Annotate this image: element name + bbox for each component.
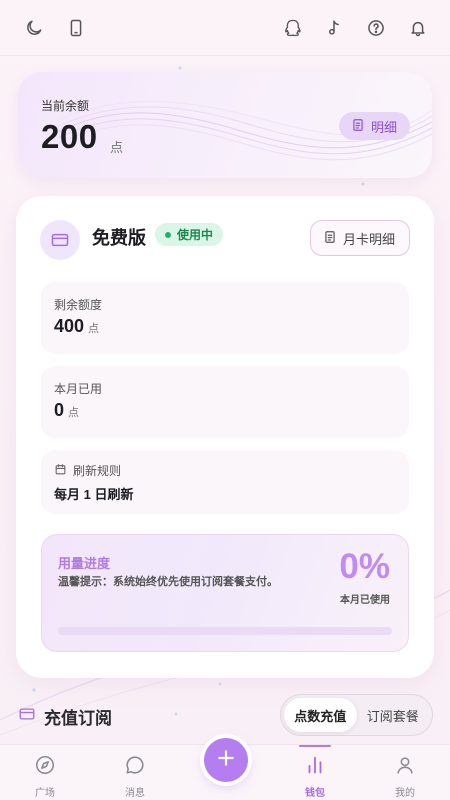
remaining-quota-box: 剩余额度 400 点 — [41, 282, 409, 354]
balance-card: 当前余额 200 点 明细 — [18, 72, 432, 178]
top-bar — [0, 0, 450, 56]
month-detail-label: 月卡明细 — [342, 231, 395, 247]
remaining-label: 剩余额度 — [54, 298, 103, 312]
plan-card: 免费版 使用中 月卡明细 剩余额度 400 点 本月已用 0点 刷新规则 每月 1… — [16, 196, 434, 678]
plus-icon — [216, 748, 236, 773]
wallet-bars-icon — [304, 754, 326, 781]
balance-detail-button[interactable]: 明细 — [338, 112, 410, 140]
recharge-section-title: 充值订阅 — [18, 704, 112, 729]
balance-detail-label: 明细 — [370, 119, 397, 135]
nav-item-wallet[interactable]: 钱包 — [280, 745, 350, 799]
usage-progress-bar — [58, 627, 392, 635]
month-detail-button[interactable]: 月卡明细 — [309, 220, 410, 256]
card-icon — [40, 220, 80, 260]
chat-icon — [124, 754, 146, 781]
used-label: 本月已用 — [54, 382, 103, 396]
bell-icon[interactable] — [408, 18, 428, 38]
remaining-value: 400 — [54, 316, 85, 336]
add-button[interactable] — [204, 738, 248, 782]
status-badge: 使用中 — [155, 223, 224, 246]
document-icon — [351, 118, 365, 135]
usage-progress-box: 用量进度 温馨提示：系统始终优先使用订阅套餐支付。 0% 本月已使用 — [41, 534, 409, 652]
tab-points-recharge[interactable]: 点数充值 — [284, 698, 357, 732]
usage-caption: 本月已使用 — [340, 595, 390, 606]
usage-tip: 温馨提示：系统始终优先使用订阅套餐支付。 — [58, 576, 278, 588]
used-this-month-box: 本月已用 0点 — [41, 366, 409, 438]
phone-icon[interactable] — [66, 18, 86, 38]
balance-value: 200 — [41, 118, 98, 155]
recharge-title-label: 充值订阅 — [44, 709, 112, 728]
rule-label: 刷新规则 — [73, 464, 122, 478]
compass-icon — [34, 754, 56, 781]
balance-label: 当前余额 — [41, 99, 90, 113]
plan-name: 免费版 — [92, 228, 146, 248]
nav-item-profile[interactable]: 我的 — [370, 745, 440, 799]
document-icon — [323, 230, 337, 247]
music-note-icon[interactable] — [324, 18, 344, 38]
nav-label-messages: 消息 — [125, 788, 145, 799]
balance-unit: 点 — [110, 140, 124, 155]
status-dot — [165, 231, 171, 238]
nav-item-plaza[interactable]: 广场 — [10, 745, 80, 799]
used-value: 0 — [54, 400, 65, 420]
nav-label-profile: 我的 — [395, 788, 415, 799]
help-icon[interactable] — [366, 18, 386, 38]
used-value-row: 0点 — [54, 400, 79, 421]
usage-percent: 0% — [339, 547, 390, 586]
moon-icon[interactable] — [24, 18, 44, 38]
nav-item-messages[interactable]: 消息 — [100, 745, 170, 799]
card-icon — [18, 705, 36, 728]
used-unit: 点 — [68, 407, 80, 419]
nav-label-plaza: 广场 — [35, 788, 55, 799]
tab-subscription-plans[interactable]: 订阅套餐 — [357, 698, 430, 732]
refresh-rule-box: 刷新规则 每月 1 日刷新 — [41, 450, 409, 514]
remaining-value-row: 400 点 — [54, 316, 99, 337]
rule-label-row: 刷新规则 — [54, 462, 121, 479]
qq-icon[interactable] — [282, 18, 302, 38]
usage-title: 用量进度 — [58, 556, 111, 571]
remaining-unit: 点 — [88, 323, 100, 335]
status-label: 使用中 — [177, 228, 214, 242]
nav-label-wallet: 钱包 — [305, 788, 325, 799]
rule-value: 每月 1 日刷新 — [54, 487, 134, 502]
user-icon — [394, 754, 416, 781]
calendar-icon — [54, 463, 67, 479]
recharge-tab-switch: 点数充值 订阅套餐 — [280, 694, 433, 736]
